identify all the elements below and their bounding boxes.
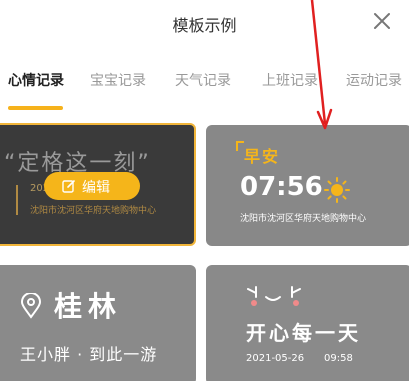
tab-sport[interactable]: 运动记录 <box>346 70 402 90</box>
tab-work[interactable]: 上班记录 <box>262 70 318 90</box>
template-card-moment[interactable]: “定格这一刻” 2021 沈阳市沈河区华府天地购物中心 编辑 <box>0 123 196 246</box>
card-title: 开心每一天 <box>246 321 361 345</box>
active-tab-indicator <box>8 106 63 110</box>
bracket-decoration <box>236 141 244 151</box>
card-greeting: 早安 <box>244 147 281 166</box>
template-card-travel[interactable]: 桂林 王小胖 · 到此一游 <box>0 265 196 381</box>
template-tabs: 心情记录 宝宝记录 天气记录 上班记录 运动记录 <box>0 64 409 114</box>
card-location: 沈阳市沈河区华府天地购物中心 <box>240 214 367 224</box>
edit-button-label: 编辑 <box>82 180 110 196</box>
card-city: 桂林 <box>54 290 123 323</box>
card-location: 沈阳市沈河区华府天地购物中心 <box>30 206 157 216</box>
card-divider <box>16 185 18 215</box>
tab-baby[interactable]: 宝宝记录 <box>90 70 146 90</box>
card-time: 09:58 <box>324 353 353 364</box>
edit-button[interactable]: 编辑 <box>44 172 140 200</box>
template-card-morning[interactable]: 早安 07:56 沈阳市沈河区华府天地购物中心 <box>206 125 409 246</box>
tab-mood[interactable]: 心情记录 <box>8 70 64 90</box>
edit-icon <box>62 179 76 193</box>
sun-icon <box>324 177 350 203</box>
card-subtitle: 王小胖 · 到此一游 <box>20 345 158 364</box>
template-card-happy[interactable]: 开心每一天 2021-05-26 09:58 <box>206 265 409 381</box>
dialog-header: 模板示例 <box>0 0 409 48</box>
card-date: 2021-05-26 <box>246 353 305 364</box>
card-time: 07:56 <box>240 172 323 202</box>
close-icon[interactable] <box>371 10 393 32</box>
happy-face-icon <box>246 283 306 307</box>
location-pin-icon <box>20 292 42 319</box>
dialog-title: 模板示例 <box>172 16 237 35</box>
tab-weather[interactable]: 天气记录 <box>175 70 231 90</box>
